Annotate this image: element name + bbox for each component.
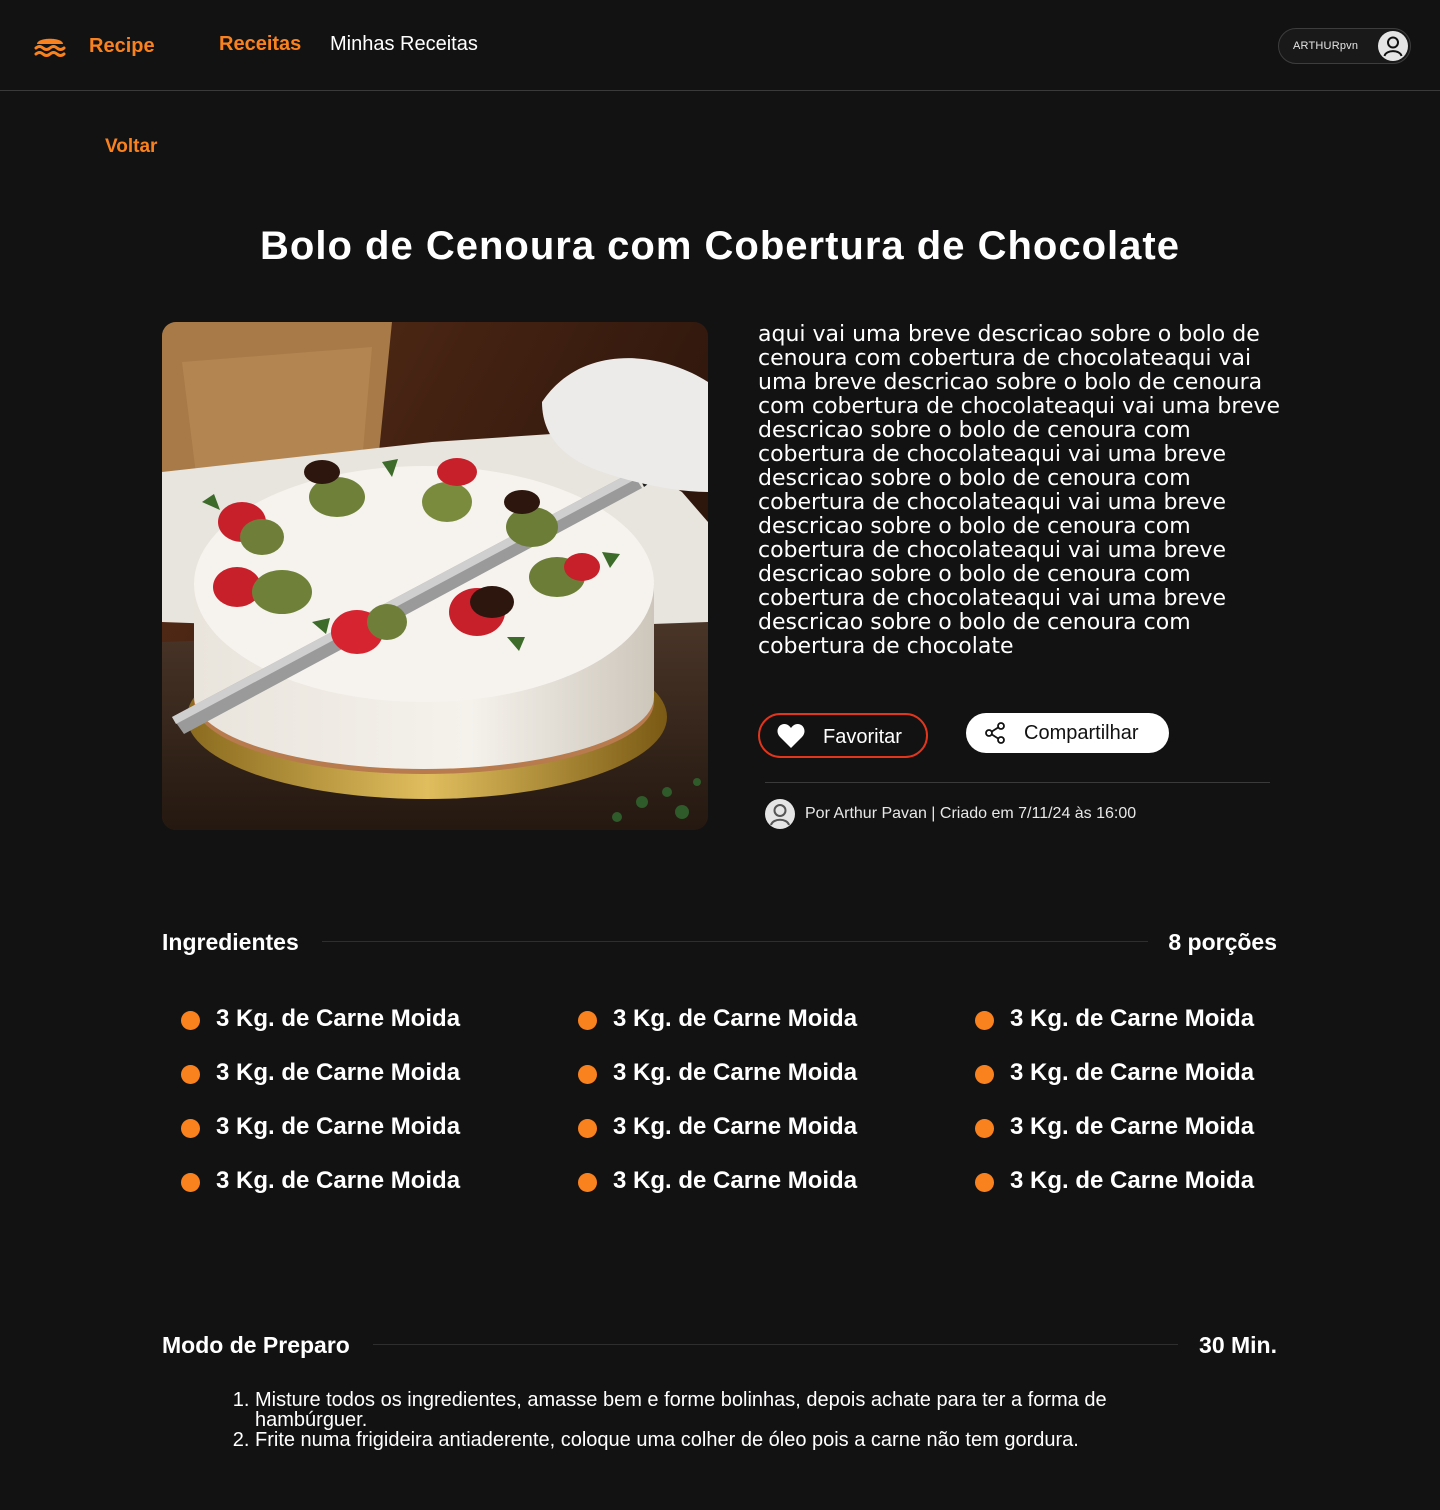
recipe-title: Bolo de Cenoura com Cobertura de Chocola… — [260, 224, 1180, 268]
ingredient-text: 3 Kg. de Carne Moida — [613, 1005, 858, 1032]
heart-icon — [777, 724, 805, 748]
share-icon — [985, 722, 1005, 744]
favorite-button[interactable]: Favoritar — [758, 713, 928, 758]
ingredient-text: 3 Kg. de Carne Moida — [216, 1005, 461, 1032]
bullet-dot-icon — [578, 1011, 597, 1030]
ingredient-text: 3 Kg. de Carne Moida — [216, 1167, 461, 1194]
recipe-meta: Por Arthur Pavan | Criado em 7/11/24 às … — [805, 805, 1137, 822]
bullet-dot-icon — [181, 1119, 200, 1138]
ingredient-text: 3 Kg. de Carne Moida — [1010, 1113, 1255, 1140]
ingredient-text: 3 Kg. de Carne Moida — [613, 1059, 858, 1086]
preparation-divider — [373, 1344, 1178, 1345]
bullet-dot-icon — [975, 1119, 994, 1138]
meta-divider — [765, 782, 1270, 783]
ingredients-list: 3 Kg. de Carne Moida 3 Kg. de Carne Moida… — [181, 1005, 1281, 1235]
author-avatar-icon — [765, 799, 795, 829]
favorite-label: Favoritar — [823, 726, 902, 748]
user-name: ARTHURpvn — [1293, 40, 1359, 52]
ingredient-text: 3 Kg. de Carne Moida — [1010, 1005, 1255, 1032]
bullet-dot-icon — [975, 1011, 994, 1030]
ingredients-title: Ingredientes — [162, 929, 299, 955]
user-avatar-icon — [1378, 31, 1408, 61]
bullet-dot-icon — [181, 1173, 200, 1192]
bullet-dot-icon — [578, 1119, 597, 1138]
logo-waves-icon[interactable] — [34, 32, 66, 60]
bullet-dot-icon — [975, 1173, 994, 1192]
preparation-time: 30 Min. — [1199, 1332, 1277, 1358]
share-label: Compartilhar — [1024, 722, 1139, 744]
recipe-description: aqui vai uma breve descricao sobre o bol… — [758, 322, 1281, 659]
cake-image — [162, 322, 708, 830]
top-header: Recipe Receitas Minhas Receitas ARTHURpv… — [0, 0, 1440, 91]
back-link[interactable]: Voltar — [105, 136, 157, 158]
bullet-dot-icon — [578, 1173, 597, 1192]
bullet-dot-icon — [578, 1065, 597, 1084]
ingredient-text: 3 Kg. de Carne Moida — [216, 1059, 461, 1086]
recipe-photo — [162, 322, 708, 830]
user-menu-button[interactable]: ARTHURpvn — [1278, 28, 1411, 64]
bullet-dot-icon — [181, 1011, 200, 1030]
preparation-title: Modo de Preparo — [162, 1332, 350, 1358]
bullet-dot-icon — [975, 1065, 994, 1084]
preparation-steps: Misture todos os ingredientes, amasse be… — [255, 1390, 1215, 1450]
ingredients-portions: 8 porções — [1168, 929, 1277, 955]
share-button[interactable]: Compartilhar — [966, 713, 1169, 753]
ingredient-text: 3 Kg. de Carne Moida — [1010, 1167, 1255, 1194]
bullet-dot-icon — [181, 1065, 200, 1084]
brand-name[interactable]: Recipe — [89, 35, 155, 58]
ingredient-text: 3 Kg. de Carne Moida — [1010, 1059, 1255, 1086]
nav-receitas[interactable]: Receitas — [219, 33, 301, 56]
ingredient-text: 3 Kg. de Carne Moida — [613, 1113, 858, 1140]
nav-minhas-receitas[interactable]: Minhas Receitas — [330, 33, 478, 56]
ingredient-text: 3 Kg. de Carne Moida — [216, 1113, 461, 1140]
ingredients-divider — [322, 941, 1148, 942]
step-item: Misture todos os ingredientes, amasse be… — [255, 1390, 1215, 1430]
ingredient-text: 3 Kg. de Carne Moida — [613, 1167, 858, 1194]
step-item: Frite numa frigideira antiaderente, colo… — [255, 1430, 1215, 1450]
